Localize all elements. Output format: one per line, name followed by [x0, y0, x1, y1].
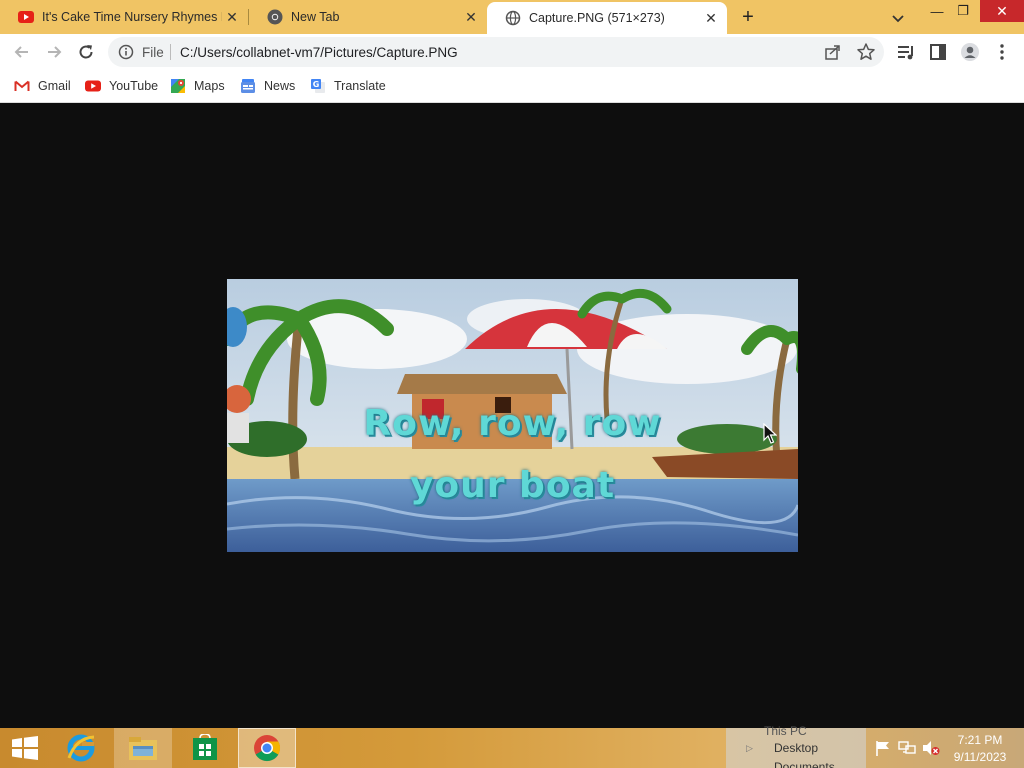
tab-capture-png[interactable]: Capture.PNG (571×273) ✕ — [487, 2, 727, 34]
bookmark-label: News — [264, 79, 296, 93]
arrow-left-icon — [14, 46, 28, 58]
svg-text:G: G — [313, 80, 320, 89]
translate-icon: G — [311, 79, 325, 93]
youtube-icon — [18, 11, 34, 23]
news-icon — [241, 79, 255, 93]
chevron-down-icon[interactable] — [888, 8, 908, 28]
lyric-caption-line-1: Row, row, row — [363, 403, 662, 444]
bookmark-maps[interactable]: Maps — [170, 76, 225, 96]
tab-new-tab[interactable]: New Tab ✕ — [249, 0, 487, 34]
windows-logo-icon — [12, 736, 38, 760]
window-close-button[interactable]: ✕ — [980, 0, 1024, 22]
media-queue-icon[interactable] — [896, 42, 916, 62]
folder-icon — [129, 737, 157, 760]
chrome-taskbar-button[interactable] — [238, 728, 296, 768]
reload-icon — [79, 45, 93, 59]
expand-arrow-icon: ▷ — [746, 743, 753, 753]
youtube-icon — [85, 80, 101, 92]
tab-title: New Tab — [291, 10, 340, 24]
clock-date[interactable]: 9/11/2023 — [940, 750, 1020, 764]
bookmark-label: Maps — [194, 79, 225, 93]
star-icon[interactable] — [856, 42, 876, 62]
internet-explorer-button[interactable] — [52, 728, 110, 768]
forward-button[interactable] — [42, 40, 66, 64]
kebab-menu-icon[interactable] — [992, 42, 1012, 62]
share-icon[interactable] — [824, 43, 842, 61]
reload-button[interactable] — [74, 40, 98, 64]
store-button[interactable] — [176, 728, 234, 768]
arrow-right-icon — [48, 46, 62, 58]
profile-avatar-icon[interactable] — [960, 42, 980, 62]
tab-strip: It's Cake Time Nursery Rhymes F ✕ New Ta… — [0, 0, 1024, 34]
peek-item-desktop: Desktop — [774, 741, 819, 755]
side-panel-icon[interactable] — [928, 42, 948, 62]
url-scheme-label: File — [142, 45, 164, 60]
bookmark-news[interactable]: News — [240, 76, 295, 96]
chrome-icon — [254, 735, 281, 762]
globe-icon — [505, 10, 521, 26]
lyric-caption-line-2: your boat — [409, 465, 616, 506]
bookmark-label: Gmail — [38, 79, 71, 93]
maps-icon — [171, 79, 185, 93]
image-viewer: Row, row, row your boat — [0, 103, 1024, 728]
gmail-icon — [14, 80, 30, 91]
tab-close-icon[interactable]: ✕ — [701, 8, 721, 28]
maximize-button[interactable]: ❐ — [948, 0, 978, 22]
tab-title: It's Cake Time Nursery Rhymes F — [42, 10, 222, 24]
browser-toolbar: File C:/Users/collabnet-vm7/Pictures/Cap… — [0, 34, 1024, 70]
divider — [170, 44, 171, 60]
action-center-flag-icon[interactable] — [874, 740, 892, 756]
store-bag-icon — [193, 734, 217, 760]
network-icon[interactable] — [898, 740, 916, 756]
bookmark-label: YouTube — [109, 79, 159, 93]
tab-youtube-video[interactable]: It's Cake Time Nursery Rhymes F ✕ — [0, 0, 248, 34]
bookmark-label: Translate — [334, 79, 386, 93]
bookmark-youtube[interactable]: YouTube — [85, 76, 158, 96]
new-tab-button[interactable]: + — [736, 6, 760, 30]
bookmark-translate[interactable]: G Translate — [310, 76, 386, 96]
clock-time[interactable]: 7:21 PM — [940, 733, 1020, 747]
peek-item-this-pc: This PC — [764, 724, 807, 738]
bookmark-gmail[interactable]: Gmail — [14, 76, 71, 96]
chrome-icon — [267, 9, 283, 25]
address-bar[interactable]: File C:/Users/collabnet-vm7/Pictures/Cap… — [108, 37, 884, 67]
tab-close-icon[interactable]: ✕ — [461, 7, 481, 27]
explorer-peek-overlay: This PC ▷ Desktop Documents — [726, 724, 866, 768]
tab-title: Capture.PNG (571×273) — [529, 11, 665, 25]
peek-item-documents: Documents — [774, 760, 835, 768]
file-explorer-button[interactable] — [114, 728, 172, 768]
internet-explorer-icon — [67, 734, 95, 762]
info-icon[interactable] — [118, 44, 134, 60]
windows-taskbar: This PC ▷ Desktop Documents 7:21 PM 9/11… — [0, 724, 1024, 768]
volume-muted-icon[interactable] — [922, 740, 940, 756]
captured-image[interactable]: Row, row, row your boat — [227, 279, 798, 552]
tab-close-icon[interactable]: ✕ — [222, 7, 242, 27]
url-text[interactable]: C:/Users/collabnet-vm7/Pictures/Capture.… — [180, 45, 458, 60]
start-button[interactable] — [0, 728, 50, 768]
bookmarks-bar: Gmail YouTube Maps News G Translate — [0, 70, 1024, 103]
mouse-cursor-icon — [763, 423, 777, 444]
back-button[interactable] — [10, 40, 34, 64]
